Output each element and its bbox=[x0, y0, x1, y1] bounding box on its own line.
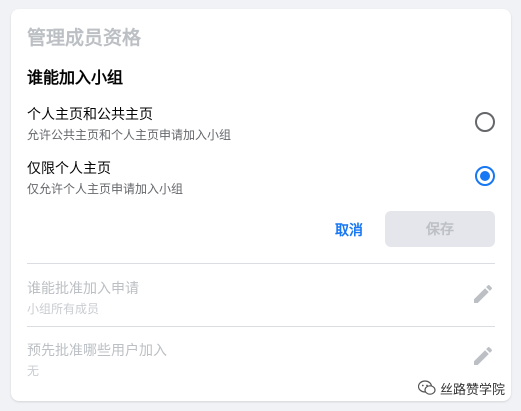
section-title: 谁能加入小组 bbox=[27, 68, 124, 87]
option-profiles-and-pages[interactable]: 个人主页和公共主页 允许公共主页和个人主页申请加入小组 bbox=[11, 104, 511, 150]
divider bbox=[27, 326, 495, 327]
option-description: 允许公共主页和个人主页申请加入小组 bbox=[27, 128, 232, 142]
save-button[interactable]: 保存 bbox=[385, 211, 495, 247]
setting-label: 谁能批准加入申请 bbox=[27, 281, 139, 297]
cancel-button[interactable]: 取消 bbox=[321, 212, 377, 248]
radio-profiles-and-pages[interactable] bbox=[475, 112, 495, 132]
option-label: 个人主页和公共主页 bbox=[27, 107, 153, 123]
watermark: 丝路赞学院 bbox=[418, 378, 505, 398]
setting-label: 预先批准哪些用户加入 bbox=[27, 343, 167, 359]
setting-row-approve-requests: 谁能批准加入申请 小组所有成员 bbox=[11, 278, 511, 330]
divider bbox=[27, 263, 495, 264]
membership-card: 管理成员资格 谁能加入小组 个人主页和公共主页 允许公共主页和个人主页申请加入小… bbox=[11, 9, 511, 401]
option-label: 仅限个人主页 bbox=[27, 161, 111, 177]
pencil-icon[interactable] bbox=[471, 282, 495, 306]
option-description: 仅允许个人主页申请加入小组 bbox=[27, 182, 184, 196]
card-title: 管理成员资格 bbox=[27, 27, 142, 49]
watermark-text: 丝路赞学院 bbox=[440, 382, 506, 398]
setting-value: 小组所有成员 bbox=[27, 302, 100, 316]
pencil-icon[interactable] bbox=[471, 344, 495, 368]
wechat-icon bbox=[418, 380, 436, 395]
option-profiles-only[interactable]: 仅限个人主页 仅允许个人主页申请加入小组 bbox=[11, 158, 511, 204]
radio-profiles-only[interactable] bbox=[475, 166, 495, 186]
setting-value: 无 bbox=[27, 364, 40, 378]
radio-selected-dot bbox=[480, 171, 490, 181]
